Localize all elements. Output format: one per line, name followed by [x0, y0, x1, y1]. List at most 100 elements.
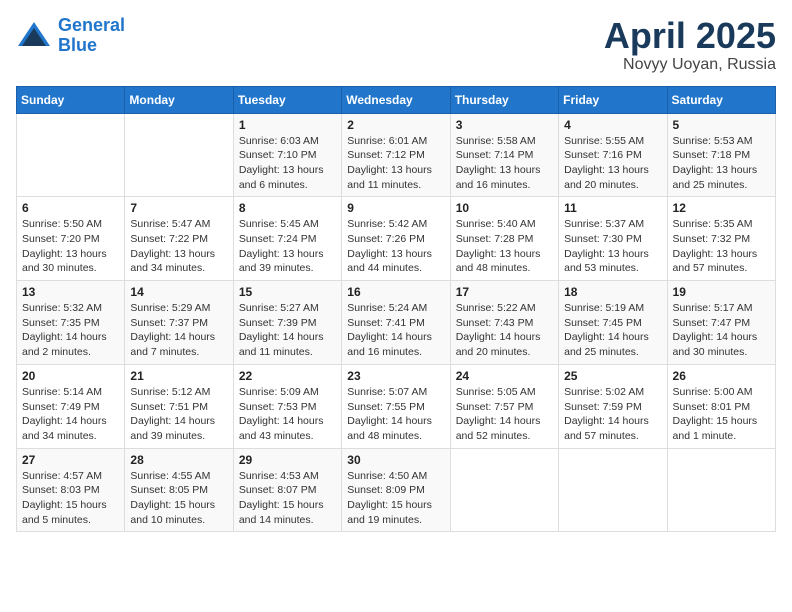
calendar-day-cell: 24 Sunrise: 5:05 AM Sunset: 7:57 PM Dayli… — [450, 364, 558, 448]
calendar-day-cell: 5Sunrise: 5:53 AM Sunset: 7:18 PM Daylig… — [667, 113, 775, 197]
day-number: 3 — [456, 118, 553, 132]
day-number: 29 — [239, 453, 336, 467]
calendar-week-row: 20 Sunrise: 5:14 AM Sunset: 7:49 PM Dayli… — [17, 364, 776, 448]
calendar-week-row: 6 Sunrise: 5:50 AM Sunset: 7:20 PM Daylig… — [17, 197, 776, 281]
day-info: Sunrise: 6:01 AM Sunset: 7:12 PM Dayligh… — [347, 134, 444, 193]
day-number: 20 — [22, 369, 119, 383]
day-number: 26 — [673, 369, 770, 383]
logo-text: General Blue — [58, 16, 125, 56]
calendar-day-cell: 12Sunrise: 5:35 AM Sunset: 7:32 PM Dayli… — [667, 197, 775, 281]
day-number: 16 — [347, 285, 444, 299]
calendar-day-cell — [667, 448, 775, 532]
calendar-day-cell: 22 Sunrise: 5:09 AM Sunset: 7:53 PM Dayli… — [233, 364, 341, 448]
day-info: Sunrise: 5:45 AM Sunset: 7:24 PM Dayligh… — [239, 217, 336, 276]
day-info: Sunrise: 4:50 AM Sunset: 8:09 PM Dayligh… — [347, 469, 444, 528]
day-number: 6 — [22, 201, 119, 215]
day-number: 30 — [347, 453, 444, 467]
header: General Blue April 2025 Novyy Uoyan, Rus… — [16, 16, 776, 74]
calendar-day-cell: 2 Sunrise: 6:01 AM Sunset: 7:12 PM Daylig… — [342, 113, 450, 197]
day-info: Sunrise: 5:42 AM Sunset: 7:26 PM Dayligh… — [347, 217, 444, 276]
day-info: Sunrise: 5:14 AM Sunset: 7:49 PM Dayligh… — [22, 385, 119, 444]
day-number: 28 — [130, 453, 227, 467]
calendar-day-cell: 10Sunrise: 5:40 AM Sunset: 7:28 PM Dayli… — [450, 197, 558, 281]
day-info: Sunrise: 5:47 AM Sunset: 7:22 PM Dayligh… — [130, 217, 227, 276]
day-number: 18 — [564, 285, 661, 299]
calendar-day-cell: 27 Sunrise: 4:57 AM Sunset: 8:03 PM Dayli… — [17, 448, 125, 532]
day-number: 24 — [456, 369, 553, 383]
weekday-header-cell: Wednesday — [342, 86, 450, 113]
calendar-day-cell: 15 Sunrise: 5:27 AM Sunset: 7:39 PM Dayli… — [233, 281, 341, 365]
calendar-title: April 2025 — [604, 16, 776, 56]
day-info: Sunrise: 5:09 AM Sunset: 7:53 PM Dayligh… — [239, 385, 336, 444]
day-info: Sunrise: 4:53 AM Sunset: 8:07 PM Dayligh… — [239, 469, 336, 528]
day-number: 11 — [564, 201, 661, 215]
calendar-day-cell: 11 Sunrise: 5:37 AM Sunset: 7:30 PM Dayli… — [559, 197, 667, 281]
calendar-day-cell: 19Sunrise: 5:17 AM Sunset: 7:47 PM Dayli… — [667, 281, 775, 365]
day-number: 27 — [22, 453, 119, 467]
calendar-day-cell: 18 Sunrise: 5:19 AM Sunset: 7:45 PM Dayli… — [559, 281, 667, 365]
calendar-day-cell: 20 Sunrise: 5:14 AM Sunset: 7:49 PM Dayli… — [17, 364, 125, 448]
calendar-day-cell — [125, 113, 233, 197]
day-info: Sunrise: 5:02 AM Sunset: 7:59 PM Dayligh… — [564, 385, 661, 444]
day-number: 13 — [22, 285, 119, 299]
calendar-day-cell: 6 Sunrise: 5:50 AM Sunset: 7:20 PM Daylig… — [17, 197, 125, 281]
day-number: 15 — [239, 285, 336, 299]
calendar-day-cell: 9 Sunrise: 5:42 AM Sunset: 7:26 PM Daylig… — [342, 197, 450, 281]
day-number: 10 — [456, 201, 553, 215]
calendar-day-cell: 1 Sunrise: 6:03 AM Sunset: 7:10 PM Daylig… — [233, 113, 341, 197]
day-info: Sunrise: 5:12 AM Sunset: 7:51 PM Dayligh… — [130, 385, 227, 444]
day-number: 9 — [347, 201, 444, 215]
calendar-day-cell: 4Sunrise: 5:55 AM Sunset: 7:16 PM Daylig… — [559, 113, 667, 197]
day-info: Sunrise: 5:19 AM Sunset: 7:45 PM Dayligh… — [564, 301, 661, 360]
weekday-header-cell: Monday — [125, 86, 233, 113]
day-info: Sunrise: 6:03 AM Sunset: 7:10 PM Dayligh… — [239, 134, 336, 193]
calendar-day-cell: 7 Sunrise: 5:47 AM Sunset: 7:22 PM Daylig… — [125, 197, 233, 281]
title-area: April 2025 Novyy Uoyan, Russia — [604, 16, 776, 74]
day-info: Sunrise: 5:37 AM Sunset: 7:30 PM Dayligh… — [564, 217, 661, 276]
day-info: Sunrise: 4:57 AM Sunset: 8:03 PM Dayligh… — [22, 469, 119, 528]
calendar-day-cell: 14 Sunrise: 5:29 AM Sunset: 7:37 PM Dayli… — [125, 281, 233, 365]
day-number: 7 — [130, 201, 227, 215]
calendar-day-cell: 26Sunrise: 5:00 AM Sunset: 8:01 PM Dayli… — [667, 364, 775, 448]
logo: General Blue — [16, 16, 125, 56]
day-info: Sunrise: 5:29 AM Sunset: 7:37 PM Dayligh… — [130, 301, 227, 360]
logo-icon — [16, 18, 52, 54]
day-number: 17 — [456, 285, 553, 299]
day-number: 25 — [564, 369, 661, 383]
day-number: 4 — [564, 118, 661, 132]
weekday-header-cell: Sunday — [17, 86, 125, 113]
day-number: 14 — [130, 285, 227, 299]
logo-general: General — [58, 15, 125, 35]
calendar-week-row: 13 Sunrise: 5:32 AM Sunset: 7:35 PM Dayli… — [17, 281, 776, 365]
day-info: Sunrise: 5:50 AM Sunset: 7:20 PM Dayligh… — [22, 217, 119, 276]
day-number: 12 — [673, 201, 770, 215]
calendar-day-cell: 8Sunrise: 5:45 AM Sunset: 7:24 PM Daylig… — [233, 197, 341, 281]
day-number: 21 — [130, 369, 227, 383]
weekday-header-cell: Tuesday — [233, 86, 341, 113]
day-number: 22 — [239, 369, 336, 383]
day-number: 5 — [673, 118, 770, 132]
day-number: 1 — [239, 118, 336, 132]
calendar-week-row: 27 Sunrise: 4:57 AM Sunset: 8:03 PM Dayli… — [17, 448, 776, 532]
calendar-day-cell: 29 Sunrise: 4:53 AM Sunset: 8:07 PM Dayli… — [233, 448, 341, 532]
calendar-day-cell: 3 Sunrise: 5:58 AM Sunset: 7:14 PM Daylig… — [450, 113, 558, 197]
day-number: 2 — [347, 118, 444, 132]
day-info: Sunrise: 5:07 AM Sunset: 7:55 PM Dayligh… — [347, 385, 444, 444]
day-info: Sunrise: 5:27 AM Sunset: 7:39 PM Dayligh… — [239, 301, 336, 360]
calendar-day-cell: 25 Sunrise: 5:02 AM Sunset: 7:59 PM Dayli… — [559, 364, 667, 448]
calendar-day-cell: 23Sunrise: 5:07 AM Sunset: 7:55 PM Dayli… — [342, 364, 450, 448]
logo-blue: Blue — [58, 35, 97, 55]
day-info: Sunrise: 5:24 AM Sunset: 7:41 PM Dayligh… — [347, 301, 444, 360]
calendar-table: SundayMondayTuesdayWednesdayThursdayFrid… — [16, 86, 776, 533]
day-info: Sunrise: 5:05 AM Sunset: 7:57 PM Dayligh… — [456, 385, 553, 444]
calendar-day-cell: 30 Sunrise: 4:50 AM Sunset: 8:09 PM Dayli… — [342, 448, 450, 532]
day-info: Sunrise: 5:32 AM Sunset: 7:35 PM Dayligh… — [22, 301, 119, 360]
calendar-day-cell — [559, 448, 667, 532]
weekday-header-cell: Saturday — [667, 86, 775, 113]
day-info: Sunrise: 5:58 AM Sunset: 7:14 PM Dayligh… — [456, 134, 553, 193]
weekday-header-row: SundayMondayTuesdayWednesdayThursdayFrid… — [17, 86, 776, 113]
calendar-day-cell: 21 Sunrise: 5:12 AM Sunset: 7:51 PM Dayli… — [125, 364, 233, 448]
day-number: 19 — [673, 285, 770, 299]
calendar-day-cell — [17, 113, 125, 197]
calendar-day-cell: 28Sunrise: 4:55 AM Sunset: 8:05 PM Dayli… — [125, 448, 233, 532]
